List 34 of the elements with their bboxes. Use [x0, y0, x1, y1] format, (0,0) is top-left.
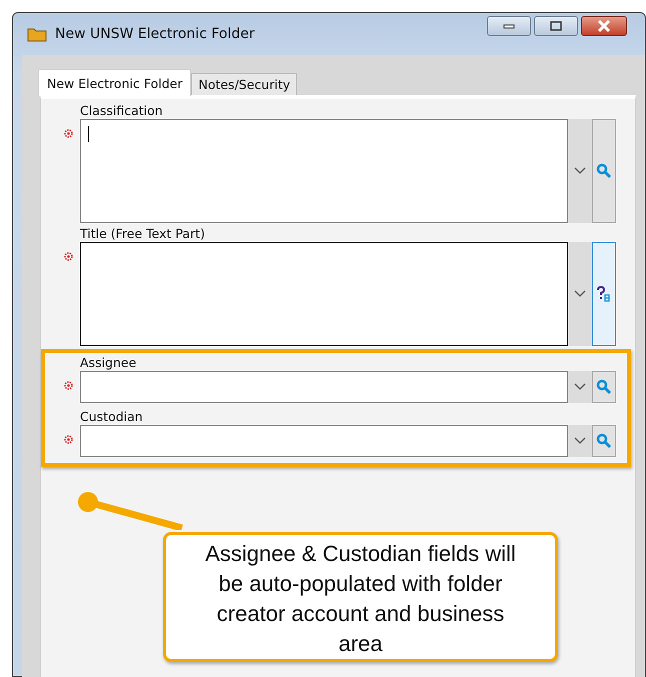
- callout-note: Assignee & Custodian fields will be auto-populated with folder creator account and business area: [163, 532, 558, 662]
- text-cursor: [88, 126, 89, 142]
- chevron-down-icon: [574, 167, 586, 175]
- input-field[interactable]: [80, 242, 568, 346]
- close-icon: [596, 20, 612, 32]
- dropdown-button[interactable]: [568, 371, 592, 403]
- tab[interactable]: Notes/Security: [191, 73, 298, 95]
- input-field[interactable]: [80, 371, 568, 403]
- maximize-button[interactable]: [534, 16, 578, 36]
- search-button[interactable]: [592, 119, 616, 223]
- field-label: Assignee: [80, 355, 138, 371]
- minimize-button[interactable]: [487, 16, 531, 36]
- close-button[interactable]: [581, 16, 627, 36]
- chevron-down-icon: [574, 290, 586, 298]
- input-field[interactable]: [80, 119, 568, 223]
- search-icon: [596, 379, 612, 395]
- search-icon: [596, 163, 612, 179]
- maximize-icon: [549, 21, 563, 31]
- minimize-icon: [502, 22, 516, 30]
- chevron-down-icon: [574, 437, 586, 445]
- window-title: New UNSW Electronic Folder: [55, 26, 255, 42]
- tab[interactable]: New Electronic Folder: [38, 69, 192, 96]
- field-label: Custodian: [80, 409, 144, 425]
- search-button[interactable]: [592, 425, 616, 457]
- field-label: Title (Free Text Part): [80, 226, 206, 242]
- search-button[interactable]: [592, 371, 616, 403]
- input-field[interactable]: [80, 425, 568, 457]
- field-label: Classification: [80, 103, 164, 119]
- chevron-down-icon: [574, 383, 586, 391]
- dropdown-button[interactable]: [568, 425, 592, 457]
- question-mark-icon: [596, 286, 612, 302]
- folder-icon: [27, 26, 47, 42]
- help-button[interactable]: [592, 242, 616, 346]
- search-icon: [596, 433, 612, 449]
